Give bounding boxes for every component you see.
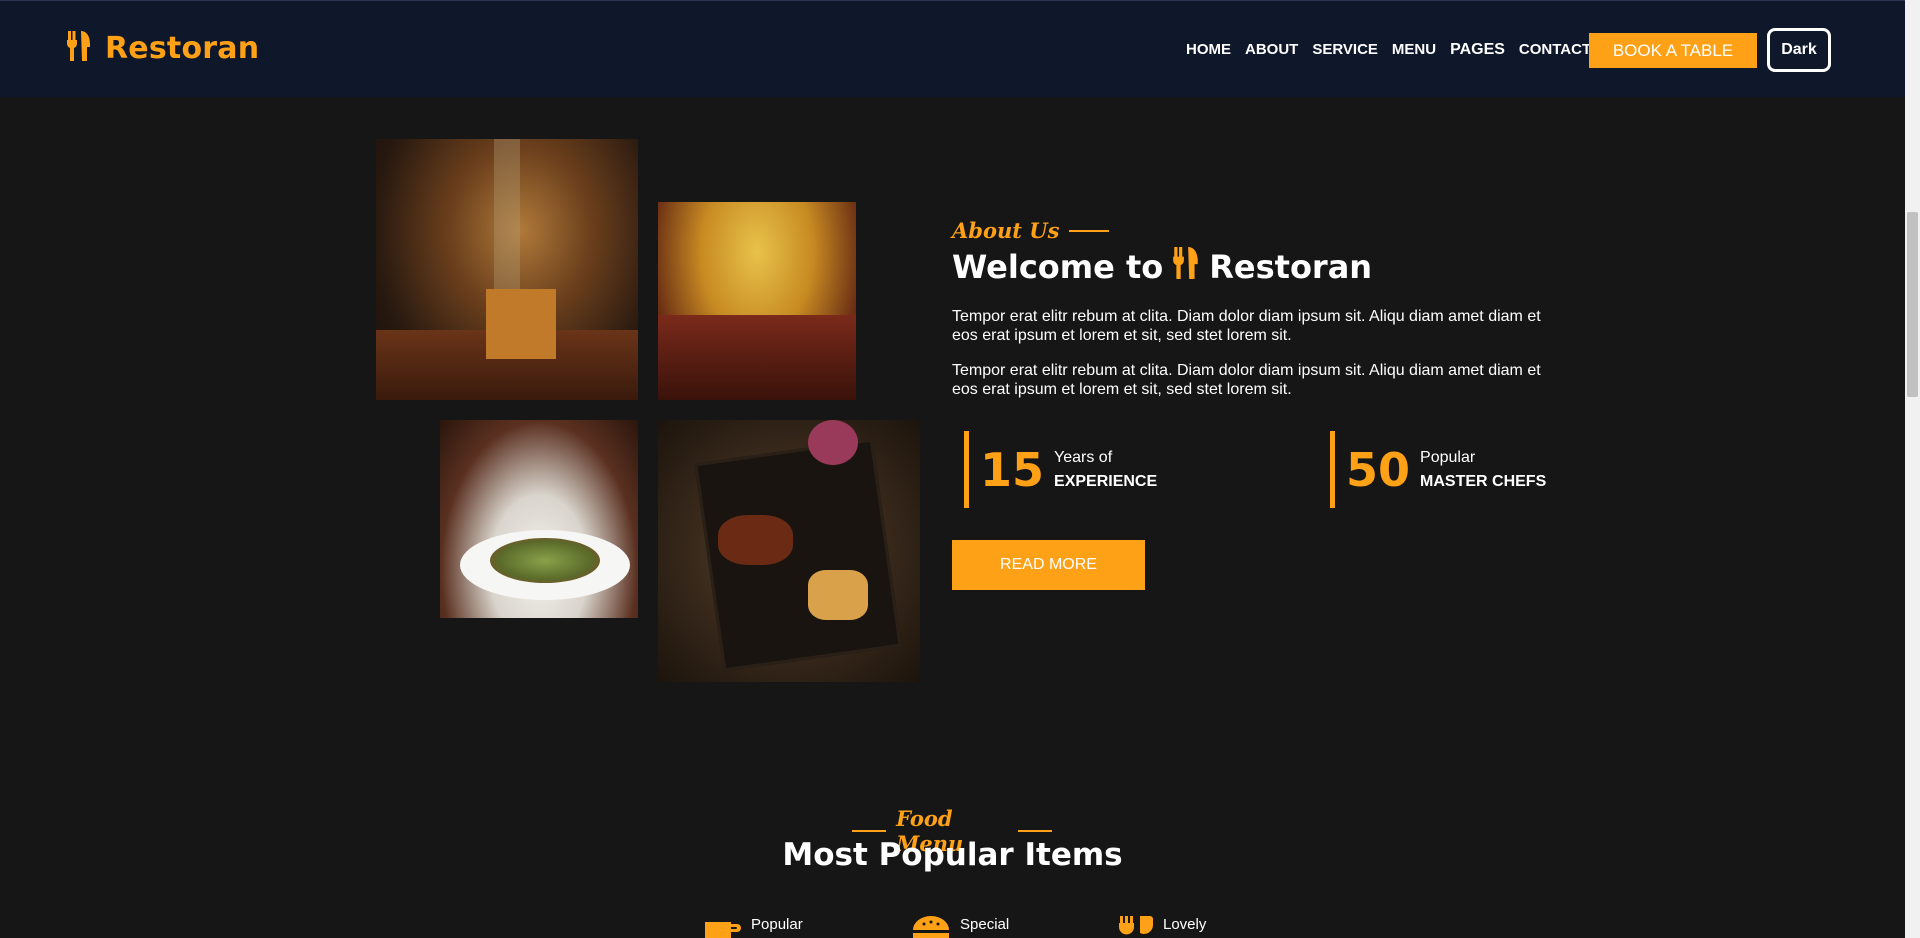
tab-lovely[interactable]: Lovely [1119,916,1326,938]
menu-title: Most Popular Items [782,837,1123,873]
food-platter-photo [658,420,920,682]
about-paragraph: Tempor erat elitr rebum at clita. Diam d… [952,362,1541,398]
read-more-button[interactable]: READ MORE [952,540,1145,590]
subtitle-line [1069,229,1110,232]
navbar: Restoran HOME ABOUT SERVICE MENU PAGES C… [0,0,1905,97]
brand-name: Restoran [105,31,260,66]
nav-service[interactable]: SERVICE [1312,41,1378,58]
book-a-table-button[interactable]: BOOK A TABLE [1589,33,1757,68]
tab-label: Popular [751,916,803,933]
stat-line1: Years of [1054,448,1113,466]
nav-menu[interactable]: MENU [1392,41,1436,58]
stat-number: 15 [980,442,1045,497]
about-subtitle-text: About Us [952,218,1060,243]
stat-line2: MASTER CHEFS [1420,472,1547,490]
tab-label: Lovely [1163,916,1207,933]
hamburger-icon [912,916,950,938]
nav-contact[interactable]: CONTACT [1519,41,1591,58]
tab-label: Special [960,916,1010,933]
dark-mode-toggle[interactable]: Dark [1767,28,1831,72]
tab-popular[interactable]: Popular [705,916,912,938]
subtitle-line [1017,830,1053,832]
nav-links: HOME ABOUT SERVICE MENU PAGES CONTACT [1186,1,1605,98]
menu-tabs: Popular Special Lovely [705,916,1326,938]
coffee-icon [705,916,741,938]
nav-home[interactable]: HOME [1186,41,1231,58]
scrollbar-thumb[interactable] [1907,212,1918,397]
photo-grapes [808,420,858,465]
dining-room-photo [658,202,856,400]
page-scrollbar[interactable] [1905,0,1920,938]
photo-booth [658,315,856,400]
tab-special[interactable]: Special [912,916,1119,938]
stat-text: Years of EXPERIENCE [1054,446,1157,494]
stat-line2: EXPERIENCE [1054,472,1158,490]
utensils-icon [1173,247,1199,287]
restaurant-interior-photo [376,139,638,400]
photo-meat [718,515,793,565]
nav-pages-dropdown[interactable]: PAGES [1450,41,1505,59]
stat-experience: 15 Years of EXPERIENCE [964,431,1157,508]
about-subtitle: About Us [952,218,1110,243]
about-paragraph: Tempor erat elitr rebum at clita. Diam d… [952,308,1541,344]
brand-logo[interactable]: Restoran [67,31,259,66]
about-title-prefix: Welcome to [952,248,1164,286]
salad-plate-photo [440,420,638,618]
photo-salad [490,538,600,583]
photo-fries [808,570,868,620]
photo-table [486,289,556,359]
utensils-icon [67,31,91,66]
nav-about[interactable]: ABOUT [1245,41,1298,58]
stat-text: Popular MASTER CHEFS [1420,446,1546,494]
stat-master-chefs: 50 Popular MASTER CHEFS [1330,431,1546,508]
stat-line1: Popular [1420,448,1476,466]
about-title-brand: Restoran [1209,248,1373,286]
subtitle-line [852,830,887,832]
about-title: Welcome to Restoran [952,247,1372,287]
stat-number: 50 [1346,442,1411,497]
utensils-icon [1119,916,1153,938]
